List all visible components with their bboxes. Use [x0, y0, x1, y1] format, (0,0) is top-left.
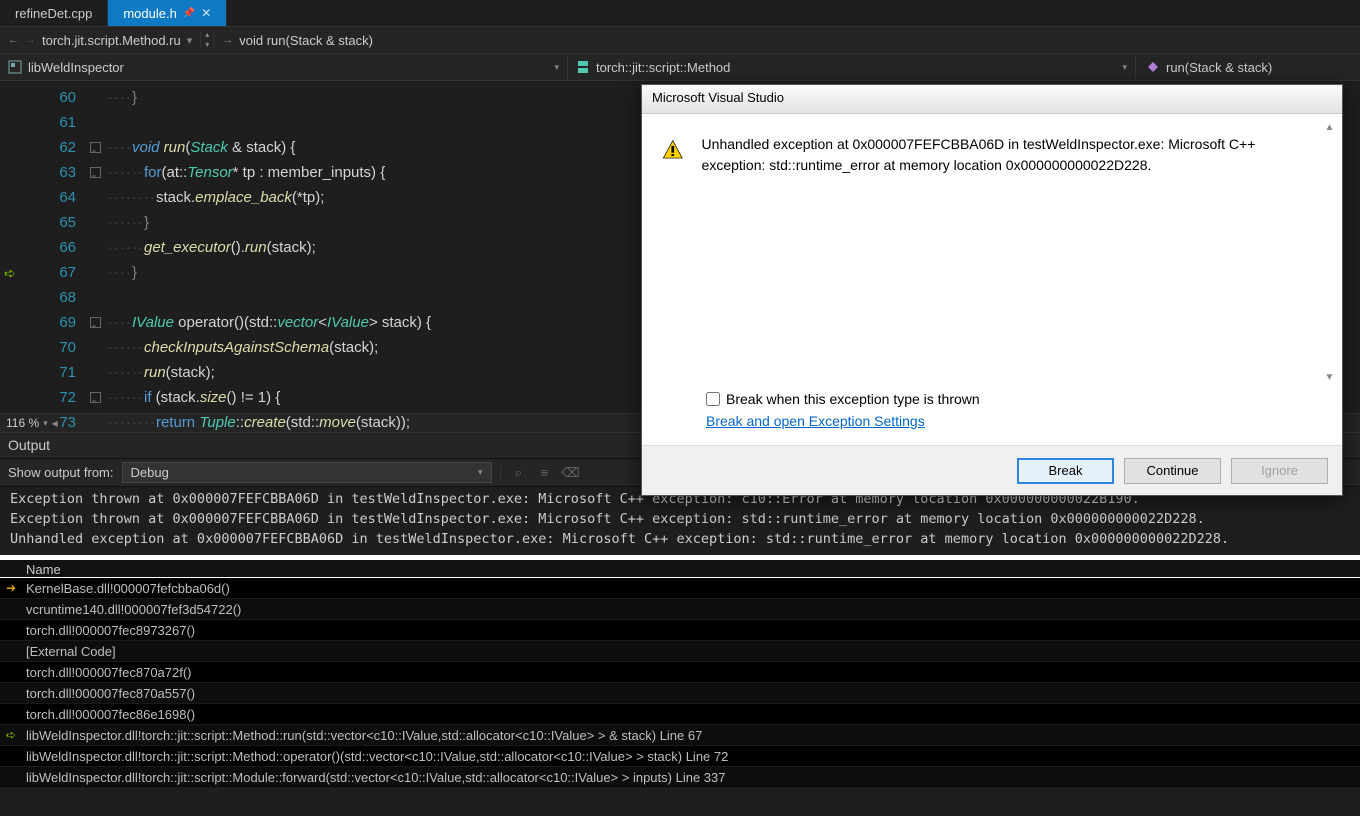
- stack-frame[interactable]: [External Code]: [0, 641, 1360, 662]
- break-on-type-checkbox[interactable]: Break when this exception type is thrown: [706, 391, 1278, 407]
- current-frame-arrow-icon: ➔: [6, 581, 20, 595]
- call-stack-header[interactable]: Name: [0, 555, 1360, 578]
- context-class-label: torch::jit::script::Method: [596, 60, 730, 75]
- break-button[interactable]: Break: [1017, 458, 1114, 484]
- output-text[interactable]: Exception thrown at 0x000007FEFCBBA06D i…: [0, 487, 1360, 555]
- stack-frame[interactable]: torch.dll!000007fec870a72f(): [0, 662, 1360, 683]
- stack-frame[interactable]: torch.dll!000007fec870a557(): [0, 683, 1360, 704]
- output-source-select[interactable]: Debug ▾: [122, 462, 492, 483]
- tab-label: refineDet.cpp: [15, 6, 92, 21]
- call-stack: Name ➔KernelBase.dll!000007fefcbba06d() …: [0, 555, 1360, 788]
- pin-icon[interactable]: 📌: [183, 8, 195, 19]
- context-project-label: libWeldInspector: [28, 60, 124, 75]
- nav-fwd-icon[interactable]: →: [25, 34, 36, 46]
- tab-module-h[interactable]: module.h 📌 ✕: [108, 0, 227, 26]
- exception-settings-link[interactable]: Break and open Exception Settings: [706, 413, 925, 429]
- project-icon: [8, 60, 22, 74]
- nav-fn-arrow-icon: →: [222, 34, 233, 46]
- file-tabs: refineDet.cpp module.h 📌 ✕: [0, 0, 1360, 26]
- scroll-up-icon: ▲: [1321, 122, 1338, 133]
- nav-steppers[interactable]: ▴▾: [200, 30, 214, 50]
- ignore-button[interactable]: Ignore: [1231, 458, 1328, 484]
- exception-dialog: Microsoft Visual Studio Unhandled except…: [641, 84, 1343, 496]
- chevron-down-icon[interactable]: ▾: [1122, 62, 1127, 73]
- dialog-buttons: Break Continue Ignore: [642, 445, 1342, 495]
- code-body[interactable]: ····} ····void run(Stack & stack) { ····…: [108, 81, 431, 413]
- context-project[interactable]: libWeldInspector ▾: [0, 54, 567, 80]
- close-icon[interactable]: ✕: [201, 6, 211, 20]
- clear-icon[interactable]: ⌫: [561, 465, 581, 481]
- scroll-down-icon: ▼: [1321, 372, 1338, 383]
- checkbox-label: Break when this exception type is thrown: [726, 391, 980, 407]
- context-method-label: run(Stack & stack): [1166, 60, 1272, 75]
- stack-frame[interactable]: torch.dll!000007fec8973267(): [0, 620, 1360, 641]
- warning-icon: [662, 134, 684, 166]
- method-icon: [1146, 60, 1160, 74]
- zoom-level[interactable]: 116 %: [6, 416, 39, 430]
- output-source-value: Debug: [131, 465, 169, 480]
- context-method[interactable]: run(Stack & stack): [1135, 54, 1360, 80]
- selected-frame-arrow-icon: ➪: [6, 728, 20, 742]
- dialog-message: Unhandled exception at 0x000007FEFCBBA06…: [702, 134, 1322, 371]
- tab-refinedet[interactable]: refineDet.cpp: [0, 0, 108, 26]
- line-numbers: 6061626364656667686970717273: [40, 81, 90, 413]
- find-icon[interactable]: ⌕: [509, 465, 529, 481]
- stack-frame[interactable]: libWeldInspector.dll!torch::jit::script:…: [0, 746, 1360, 767]
- chevron-down-icon[interactable]: ▾: [187, 34, 193, 47]
- nav-breadcrumb: ← → torch.jit.script.Method.ru ▾ ▴▾ → vo…: [0, 26, 1360, 54]
- stack-frame[interactable]: torch.dll!000007fec86e1698(): [0, 704, 1360, 725]
- chevron-down-icon[interactable]: ▾: [554, 62, 559, 73]
- context-bar: libWeldInspector ▾ torch::jit::script::M…: [0, 54, 1360, 81]
- continue-button[interactable]: Continue: [1124, 458, 1221, 484]
- nav-scope[interactable]: torch.jit.script.Method.ru: [42, 33, 181, 48]
- nav-function[interactable]: void run(Stack & stack): [239, 33, 373, 48]
- stack-frame[interactable]: libWeldInspector.dll!torch::jit::script:…: [0, 767, 1360, 788]
- stack-frame[interactable]: ➪libWeldInspector.dll!torch::jit::script…: [0, 725, 1360, 746]
- context-class[interactable]: torch::jit::script::Method ▾: [567, 54, 1135, 80]
- checkbox-input[interactable]: [706, 392, 720, 406]
- chevron-down-icon: ▾: [478, 467, 483, 478]
- output-from-label: Show output from:: [8, 465, 114, 480]
- tab-label: module.h: [123, 6, 176, 21]
- stack-frame[interactable]: ➔KernelBase.dll!000007fefcbba06d(): [0, 578, 1360, 599]
- current-line-arrow-icon: ➪: [4, 265, 16, 282]
- class-icon: [576, 60, 590, 74]
- fold-gutter[interactable]: [90, 81, 108, 413]
- dialog-title: Microsoft Visual Studio: [642, 85, 1342, 114]
- dialog-scrollbar[interactable]: ▲▼: [1321, 122, 1338, 383]
- nav-back-icon[interactable]: ←: [8, 34, 19, 46]
- goto-icon[interactable]: ≡: [535, 465, 555, 481]
- stack-frame[interactable]: vcruntime140.dll!000007fef3d54722(): [0, 599, 1360, 620]
